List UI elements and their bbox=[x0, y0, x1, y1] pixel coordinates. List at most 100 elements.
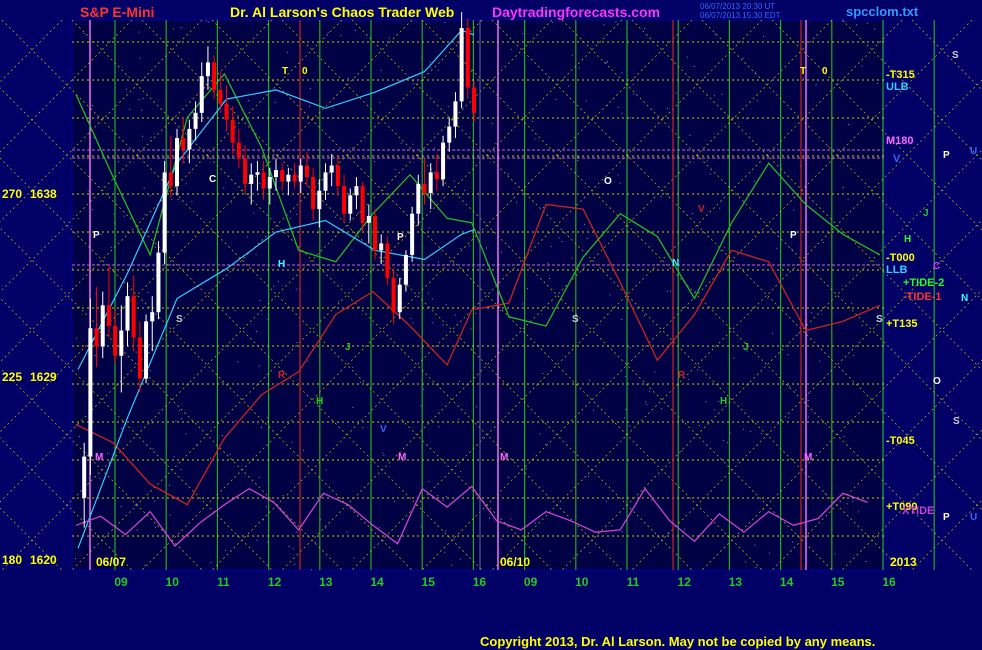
timestamp: 06/07/2013 20:30 UT 06/07/2013 15:30 EDT bbox=[700, 2, 781, 20]
star bbox=[714, 33, 716, 35]
star bbox=[547, 262, 549, 264]
candle-body bbox=[119, 330, 124, 356]
star bbox=[605, 62, 607, 64]
star bbox=[169, 514, 171, 516]
star bbox=[346, 531, 348, 533]
star bbox=[621, 531, 623, 533]
star bbox=[861, 65, 863, 67]
x-tick-day: 14 bbox=[780, 575, 794, 589]
star bbox=[507, 173, 509, 175]
star bbox=[651, 499, 653, 501]
candle-body bbox=[335, 165, 340, 187]
chart-letter: S bbox=[572, 314, 579, 325]
star bbox=[431, 322, 433, 324]
candle-body bbox=[162, 172, 167, 253]
star bbox=[294, 563, 296, 565]
star bbox=[460, 558, 462, 560]
star bbox=[689, 134, 691, 136]
star bbox=[324, 527, 326, 529]
candle-body bbox=[366, 215, 371, 223]
star bbox=[351, 249, 353, 251]
x-tick-day: 15 bbox=[422, 575, 436, 589]
star bbox=[75, 558, 77, 560]
star bbox=[459, 380, 461, 382]
star bbox=[750, 430, 752, 432]
star bbox=[675, 92, 677, 94]
star bbox=[697, 369, 699, 371]
star bbox=[644, 314, 646, 316]
star bbox=[628, 425, 630, 427]
star bbox=[445, 530, 447, 532]
star bbox=[134, 504, 136, 506]
chart-letter: H bbox=[720, 396, 727, 407]
candle-body bbox=[212, 62, 217, 90]
star bbox=[357, 212, 359, 214]
star bbox=[149, 194, 151, 196]
star bbox=[460, 470, 462, 472]
star bbox=[521, 303, 523, 305]
star bbox=[585, 100, 587, 102]
candle-body bbox=[137, 337, 142, 379]
star bbox=[464, 189, 466, 191]
far-right-letter: U bbox=[970, 512, 977, 523]
star bbox=[334, 216, 336, 218]
candle-body bbox=[236, 142, 241, 159]
candle-body bbox=[156, 252, 161, 313]
star bbox=[447, 106, 449, 108]
star bbox=[255, 254, 257, 256]
site-link[interactable]: Daytradingforecasts.com bbox=[492, 4, 660, 20]
star bbox=[259, 182, 261, 184]
star bbox=[630, 117, 632, 119]
star bbox=[866, 22, 868, 24]
candle-body bbox=[125, 296, 130, 331]
star bbox=[77, 217, 79, 219]
star bbox=[819, 360, 821, 362]
star bbox=[362, 426, 364, 428]
star bbox=[150, 136, 152, 138]
star bbox=[208, 40, 210, 42]
star bbox=[453, 262, 455, 264]
star bbox=[550, 245, 552, 247]
star bbox=[146, 266, 148, 268]
star bbox=[522, 33, 524, 35]
star bbox=[852, 355, 854, 357]
candle-body bbox=[230, 119, 235, 143]
star bbox=[257, 116, 259, 118]
star bbox=[589, 380, 591, 382]
star bbox=[545, 444, 547, 446]
x-tick-day: 09 bbox=[114, 575, 128, 589]
candle-body bbox=[175, 138, 179, 187]
star bbox=[433, 114, 435, 116]
candle-body bbox=[385, 243, 390, 278]
chart: T 0 T 0OP PCH NS S SJ JR RH HVM M M MPV 270 1638225 162… bbox=[0, 0, 982, 650]
star bbox=[265, 506, 267, 508]
star bbox=[273, 154, 275, 156]
star bbox=[135, 351, 137, 353]
star bbox=[136, 529, 138, 531]
star bbox=[536, 534, 538, 536]
star bbox=[309, 87, 311, 89]
chart-letter: P bbox=[790, 230, 797, 241]
candle-body bbox=[323, 172, 328, 191]
star bbox=[667, 108, 669, 110]
candle-body bbox=[465, 28, 470, 88]
chart-letter: J bbox=[743, 342, 749, 353]
star bbox=[253, 212, 255, 214]
candle-body bbox=[410, 213, 415, 255]
star bbox=[438, 426, 440, 428]
far-right-letter: C bbox=[933, 261, 940, 272]
star bbox=[568, 85, 570, 87]
star bbox=[269, 307, 271, 309]
star bbox=[534, 138, 536, 140]
star bbox=[606, 60, 608, 62]
star bbox=[91, 104, 93, 106]
star bbox=[807, 399, 809, 401]
star bbox=[788, 386, 790, 388]
star bbox=[632, 84, 634, 86]
star bbox=[802, 77, 804, 79]
star bbox=[666, 290, 668, 292]
star bbox=[185, 183, 187, 185]
chart-letter: M bbox=[95, 452, 103, 463]
candle-body bbox=[459, 28, 464, 102]
candle-body bbox=[286, 174, 291, 182]
